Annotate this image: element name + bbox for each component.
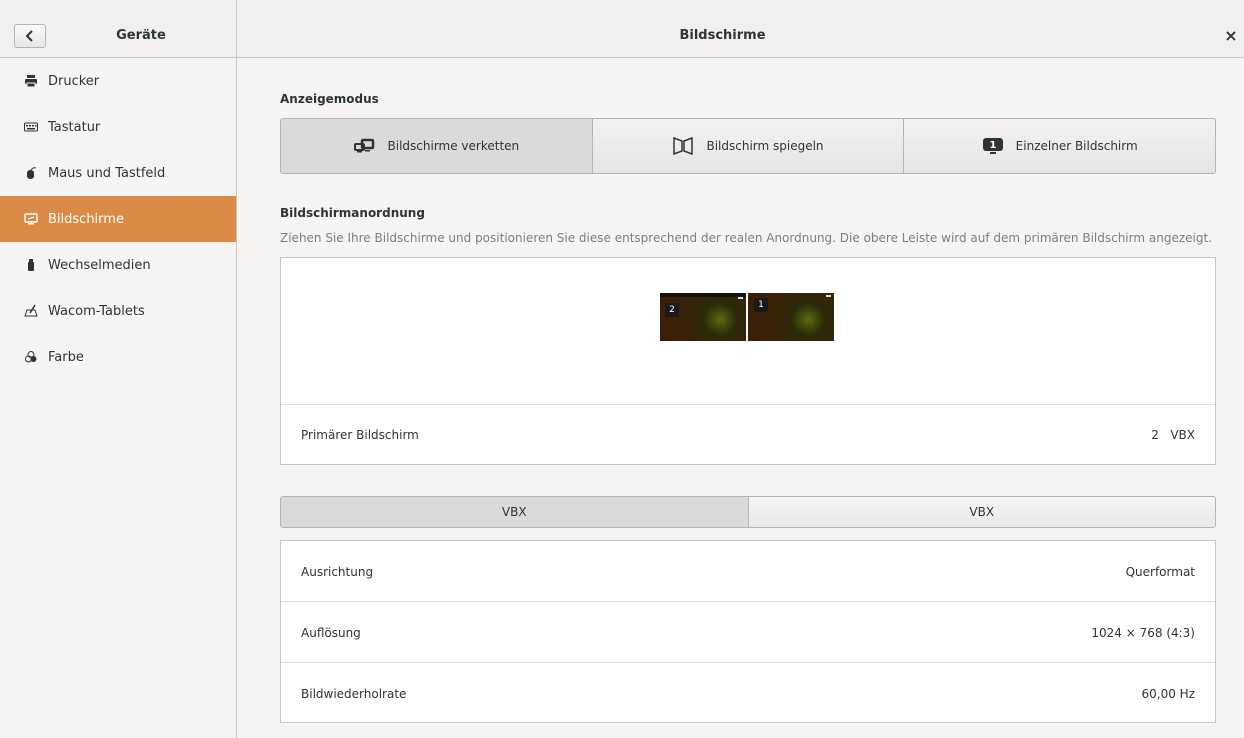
mode-mirror-button[interactable]: Bildschirm spiegeln bbox=[593, 119, 905, 173]
single-display-icon: 1 bbox=[982, 138, 1003, 154]
back-button[interactable] bbox=[14, 24, 46, 48]
mirror-displays-icon bbox=[673, 137, 694, 155]
sidebar-title: Geräte bbox=[116, 28, 166, 43]
monitor-number-badge: 1 bbox=[754, 298, 768, 312]
mode-mirror-label: Bildschirm spiegeln bbox=[706, 139, 824, 153]
display-tabs: VBX VBX bbox=[280, 496, 1216, 528]
monitor-topbar bbox=[660, 293, 746, 297]
sidebar-item-label: Wacom-Tablets bbox=[48, 303, 145, 319]
sidebar: Drucker Tastatur Maus und Tastfeld Bilds… bbox=[0, 58, 237, 738]
sidebar-item-label: Drucker bbox=[48, 73, 100, 89]
sidebar-item-label: Bildschirme bbox=[48, 211, 124, 227]
orientation-label: Ausrichtung bbox=[301, 565, 374, 579]
sidebar-item-farbe[interactable]: Farbe bbox=[0, 334, 236, 380]
sidebar-item-tastatur[interactable]: Tastatur bbox=[0, 104, 236, 150]
header-left: Geräte bbox=[0, 0, 237, 58]
keyboard-icon bbox=[24, 120, 38, 134]
display-icon bbox=[24, 212, 38, 226]
sidebar-item-drucker[interactable]: Drucker bbox=[0, 58, 236, 104]
refresh-rate-label: Bildwiederholrate bbox=[301, 687, 407, 701]
display-settings-panel: Ausrichtung Querformat Auflösung 1024 × … bbox=[280, 540, 1216, 723]
mouse-icon bbox=[24, 166, 38, 180]
printer-icon bbox=[24, 74, 38, 88]
main-content: Anzeigemodus Bildschirme verketten Bilds… bbox=[237, 58, 1244, 738]
divider bbox=[281, 404, 1215, 405]
page-title: Bildschirme bbox=[679, 28, 766, 43]
color-icon bbox=[24, 350, 38, 364]
sidebar-item-wechselmedien[interactable]: Wechselmedien bbox=[0, 242, 236, 288]
monitor-preview-2[interactable]: 2 bbox=[660, 293, 746, 341]
mode-join-button[interactable]: Bildschirme verketten bbox=[281, 119, 593, 173]
display-mode-label: Anzeigemodus bbox=[280, 92, 379, 106]
tablet-icon bbox=[24, 304, 38, 318]
monitor-status-indicator bbox=[738, 297, 743, 299]
orientation-value: Querformat bbox=[1125, 565, 1195, 579]
media-icon bbox=[24, 258, 38, 272]
mode-single-button[interactable]: 1 Einzelner Bildschirm bbox=[904, 119, 1215, 173]
monitor-status-indicator bbox=[826, 295, 831, 297]
arrangement-panel: 2 1 Primärer Bildschirm 2 VBX bbox=[280, 257, 1216, 465]
display-mode-selector: Bildschirme verketten Bildschirm spiegel… bbox=[280, 118, 1216, 174]
arrangement-description: Ziehen Sie Ihre Bildschirme und position… bbox=[280, 231, 1212, 245]
primary-display-label: Primärer Bildschirm bbox=[301, 428, 419, 442]
close-button[interactable]: × bbox=[1220, 26, 1242, 46]
orientation-row[interactable]: Ausrichtung Querformat bbox=[281, 541, 1215, 602]
sidebar-item-label: Tastatur bbox=[48, 119, 101, 135]
resolution-label: Auflösung bbox=[301, 626, 361, 640]
monitor-number-badge: 2 bbox=[665, 303, 679, 317]
refresh-rate-value: 60,00 Hz bbox=[1141, 687, 1196, 701]
sidebar-item-maus[interactable]: Maus und Tastfeld bbox=[0, 150, 236, 196]
mode-single-label: Einzelner Bildschirm bbox=[1015, 139, 1138, 153]
sidebar-item-bildschirme[interactable]: Bildschirme bbox=[0, 196, 236, 242]
monitor-preview-1[interactable]: 1 bbox=[748, 293, 834, 341]
tab-display-1[interactable]: VBX bbox=[281, 497, 749, 527]
primary-display-value[interactable]: 2 VBX bbox=[1151, 428, 1195, 442]
refresh-rate-row[interactable]: Bildwiederholrate 60,00 Hz bbox=[281, 663, 1215, 724]
tab-display-2[interactable]: VBX bbox=[748, 497, 1215, 527]
sidebar-item-label: Maus und Tastfeld bbox=[48, 165, 166, 181]
header-bar: Geräte Bildschirme × bbox=[0, 0, 1244, 58]
arrangement-label: Bildschirmanordnung bbox=[280, 206, 425, 220]
sidebar-item-label: Wechselmedien bbox=[48, 257, 151, 273]
join-displays-icon bbox=[353, 138, 374, 153]
mode-join-label: Bildschirme verketten bbox=[387, 139, 520, 153]
single-display-badge: 1 bbox=[989, 140, 996, 151]
resolution-row[interactable]: Auflösung 1024 × 768 (4:3) bbox=[281, 602, 1215, 663]
sidebar-item-wacom[interactable]: Wacom-Tablets bbox=[0, 288, 236, 334]
chevron-left-icon bbox=[25, 30, 33, 42]
resolution-value: 1024 × 768 (4:3) bbox=[1091, 626, 1195, 640]
sidebar-item-label: Farbe bbox=[48, 349, 84, 365]
